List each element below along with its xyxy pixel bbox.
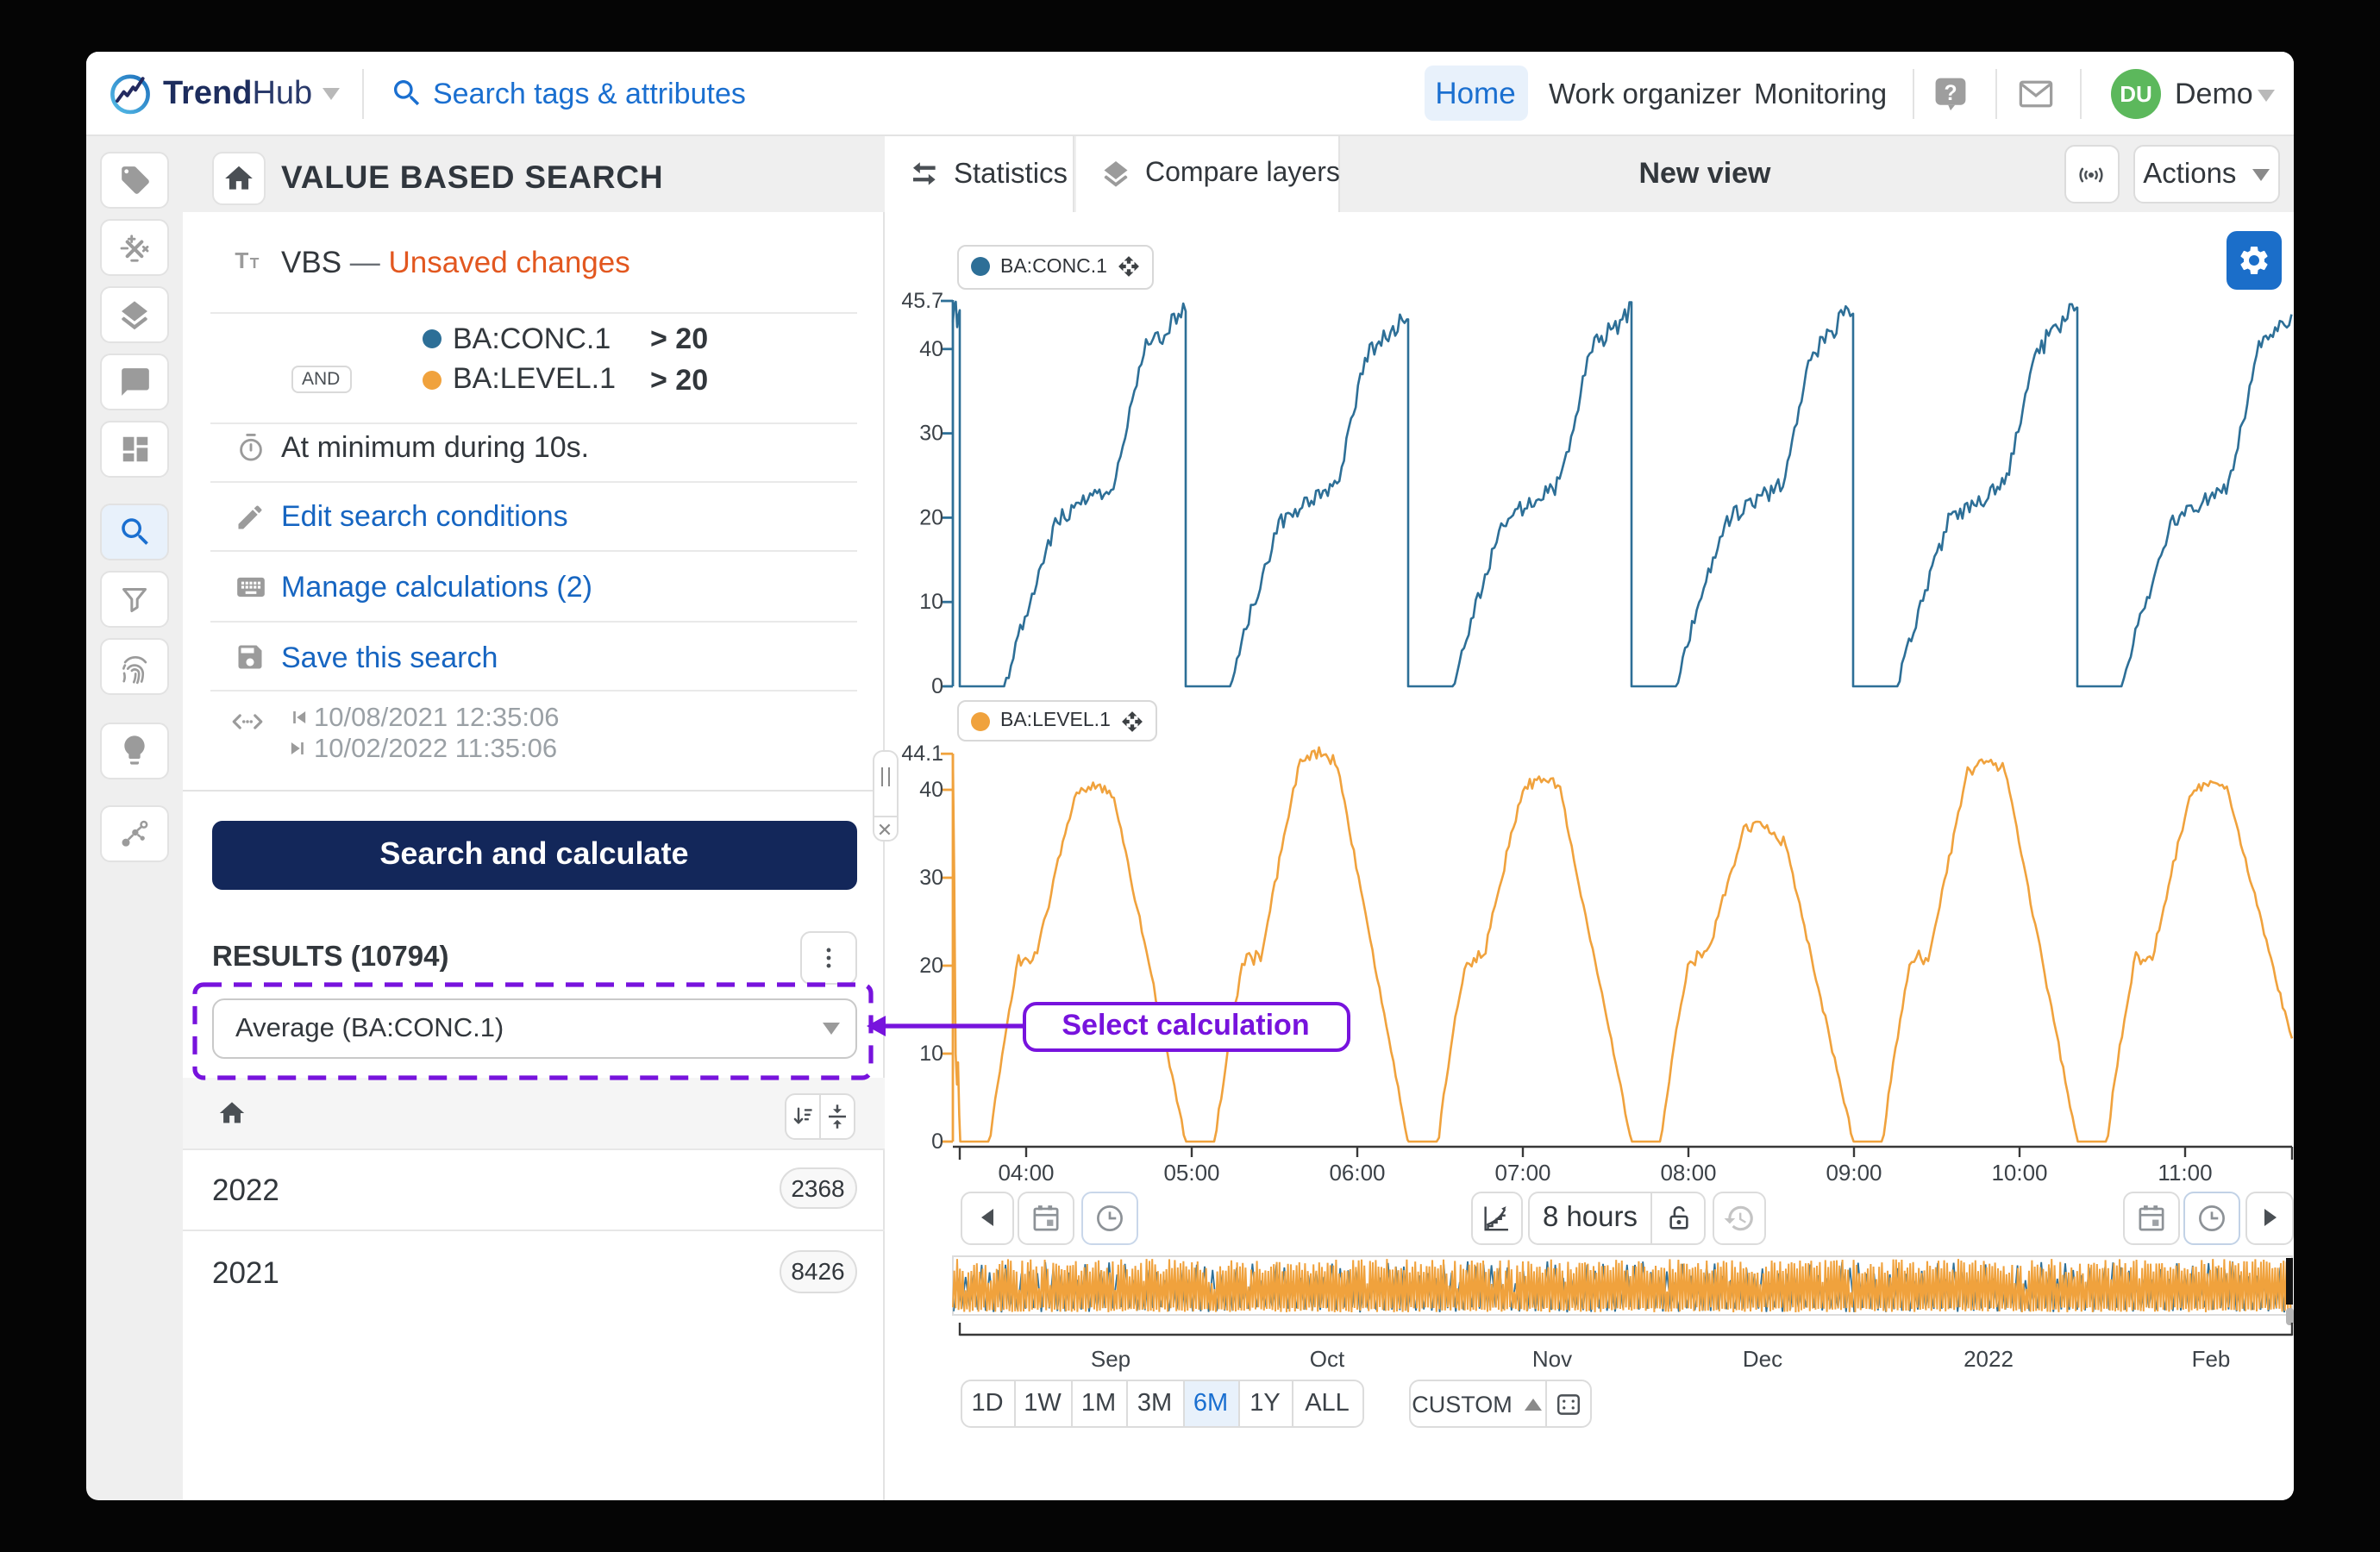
svg-text:T: T bbox=[234, 247, 247, 272]
svg-text:2022: 2022 bbox=[1964, 1346, 2014, 1372]
svg-text:Dec: Dec bbox=[1743, 1346, 1782, 1372]
svg-text:05:00: 05:00 bbox=[1163, 1160, 1219, 1186]
svg-text:Feb: Feb bbox=[2192, 1346, 2231, 1372]
svg-text:?: ? bbox=[1944, 82, 1957, 105]
svg-text:Sep: Sep bbox=[1091, 1346, 1130, 1372]
svg-text:11:00: 11:00 bbox=[2158, 1160, 2212, 1186]
svg-text:Nov: Nov bbox=[1532, 1346, 1572, 1372]
svg-text:T: T bbox=[249, 253, 259, 271]
svg-text:07:00: 07:00 bbox=[1494, 1160, 1550, 1186]
svg-text:10:00: 10:00 bbox=[1991, 1160, 2047, 1186]
svg-text:40: 40 bbox=[919, 337, 943, 361]
svg-text:10: 10 bbox=[919, 590, 943, 614]
svg-text:06:00: 06:00 bbox=[1329, 1160, 1385, 1186]
svg-text:09:00: 09:00 bbox=[1826, 1160, 1882, 1186]
svg-text:45.7: 45.7 bbox=[901, 289, 943, 313]
svg-text:44.1: 44.1 bbox=[901, 742, 943, 766]
svg-text:Oct: Oct bbox=[1310, 1346, 1345, 1372]
svg-text:04:00: 04:00 bbox=[998, 1160, 1054, 1186]
svg-text:08:00: 08:00 bbox=[1660, 1160, 1716, 1186]
svg-text:30: 30 bbox=[919, 866, 943, 890]
svg-text:40: 40 bbox=[919, 778, 943, 802]
svg-text:20: 20 bbox=[919, 505, 943, 529]
svg-text:0: 0 bbox=[931, 1130, 943, 1154]
svg-text:30: 30 bbox=[919, 422, 943, 446]
svg-text:0: 0 bbox=[931, 674, 943, 698]
